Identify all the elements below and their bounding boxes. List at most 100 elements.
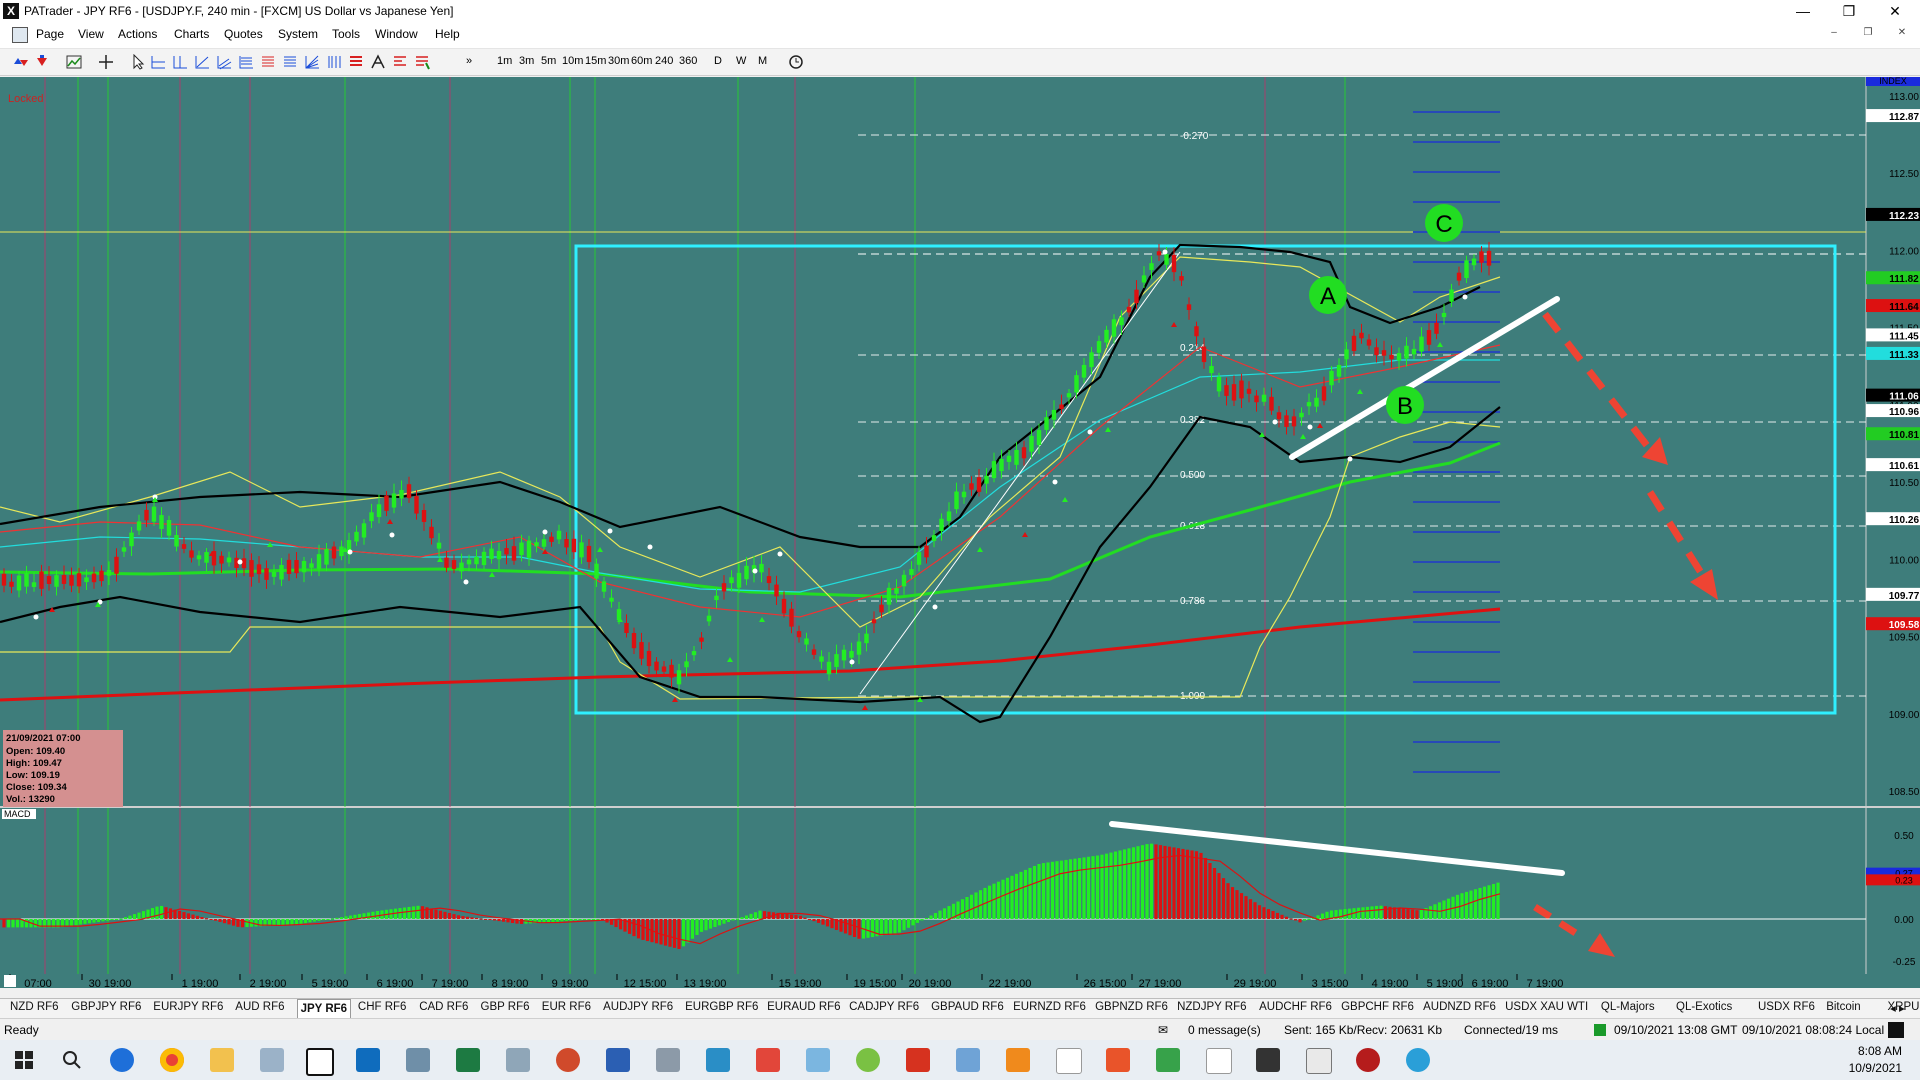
snip-icon[interactable] <box>706 1048 730 1072</box>
tab-gbpnzd-rf6[interactable]: GBPNZD RF6 <box>1095 1001 1168 1013</box>
tab-audjpy-rf6[interactable]: AUDJPY RF6 <box>603 1001 673 1013</box>
timeframe-w[interactable]: W <box>736 55 746 67</box>
mdi-close-button[interactable]: ✕ <box>1892 27 1912 41</box>
close-button[interactable]: ✕ <box>1872 0 1918 22</box>
word-icon[interactable] <box>606 1048 630 1072</box>
tab-scroll-arrows[interactable]: ◂ ▸ <box>1890 1001 1905 1015</box>
app-icon-4[interactable] <box>806 1048 830 1072</box>
excel-icon[interactable] <box>456 1048 480 1072</box>
chrome-icon[interactable] <box>160 1048 184 1072</box>
gann-icon[interactable] <box>348 54 364 70</box>
tab-gbp-rf6[interactable]: GBP RF6 <box>481 1001 530 1013</box>
app-icon-1[interactable] <box>506 1048 530 1072</box>
timeframe-15m[interactable]: 15m <box>585 55 606 67</box>
message-icon[interactable]: ✉ <box>1158 1023 1168 1037</box>
clock-icon[interactable] <box>788 54 804 70</box>
tab-gbpjpy-rf6[interactable]: GBPJPY RF6 <box>71 1001 141 1013</box>
tab-aud-rf6[interactable]: AUD RF6 <box>235 1001 284 1013</box>
menu-window[interactable]: Window <box>375 27 418 41</box>
app-icon-12[interactable] <box>1256 1048 1280 1072</box>
tab-cad-rf6[interactable]: CAD RF6 <box>419 1001 468 1013</box>
file-explorer-icon[interactable] <box>210 1048 234 1072</box>
taskbar-clock[interactable]: 8:08 AM 10/9/2021 <box>1849 1043 1902 1077</box>
menu-tools[interactable]: Tools <box>332 27 360 41</box>
tab-gbpchf-rf6[interactable]: GBPCHF RF6 <box>1341 1001 1414 1013</box>
chart-type-icon[interactable] <box>66 54 82 70</box>
tab-eurgbp-rf6[interactable]: EURGBP RF6 <box>685 1001 758 1013</box>
buy-sell-icon[interactable] <box>12 54 28 70</box>
menu-charts[interactable]: Charts <box>174 27 209 41</box>
app-icon-5[interactable] <box>856 1048 880 1072</box>
order-icon[interactable] <box>34 54 50 70</box>
tab-ql-majors[interactable]: QL-Majors <box>1601 1001 1655 1013</box>
cursor-icon[interactable] <box>130 54 146 70</box>
timeframe-30m[interactable]: 30m <box>608 55 629 67</box>
timeframe-360[interactable]: 360 <box>679 55 697 67</box>
timeframe-5m[interactable]: 5m <box>541 55 556 67</box>
tab-eurjpy-rf6[interactable]: EURJPY RF6 <box>153 1001 223 1013</box>
outlook-icon[interactable] <box>356 1048 380 1072</box>
timeframe-m[interactable]: M <box>758 55 767 67</box>
app-icon-13[interactable] <box>1306 1048 1332 1074</box>
scratch-icon[interactable] <box>260 1048 284 1072</box>
timeframe-3m[interactable]: 3m <box>519 55 534 67</box>
text-tool-icon[interactable] <box>370 54 386 70</box>
notepad-icon[interactable] <box>1056 1048 1082 1074</box>
mdi-minimize-button[interactable]: – <box>1824 27 1844 41</box>
calculator-icon[interactable] <box>406 1048 430 1072</box>
crosshair-icon[interactable] <box>98 54 114 70</box>
fib-levels-icon[interactable] <box>282 54 298 70</box>
edge-icon[interactable] <box>110 1048 134 1072</box>
price-chart[interactable]: INDEX Locked -0.2700.2140.3820.5000.6180… <box>0 77 1920 988</box>
tab-bitcoin[interactable]: Bitcoin <box>1826 1001 1861 1013</box>
app-icon-8[interactable] <box>1006 1048 1030 1072</box>
status-messages[interactable]: 0 message(s) <box>1188 1023 1261 1037</box>
menu-help[interactable]: Help <box>435 27 460 41</box>
tab-eurnzd-rf6[interactable]: EURNZD RF6 <box>1013 1001 1086 1013</box>
tab-euraud-rf6[interactable]: EURAUD RF6 <box>767 1001 840 1013</box>
tab-audchf-rf6[interactable]: AUDCHF RF6 <box>1259 1001 1332 1013</box>
indicator-icon[interactable] <box>414 54 430 70</box>
tab-nzd-rf6[interactable]: NZD RF6 <box>10 1001 59 1013</box>
channel-icon[interactable] <box>216 54 232 70</box>
tab-gbpaud-rf6[interactable]: GBPAUD RF6 <box>931 1001 1004 1013</box>
timeframe-d[interactable]: D <box>714 55 722 67</box>
search-icon[interactable] <box>60 1048 84 1072</box>
app-icon-11[interactable] <box>1206 1048 1232 1074</box>
app-icon-14[interactable] <box>1356 1048 1380 1072</box>
fib-fan-icon[interactable] <box>304 54 320 70</box>
restore-button[interactable]: ❐ <box>1826 0 1872 22</box>
tab-eur-rf6[interactable]: EUR RF6 <box>542 1001 591 1013</box>
menu-quotes[interactable]: Quotes <box>224 27 263 41</box>
vertical-line-icon[interactable] <box>172 54 188 70</box>
app-icon-9[interactable] <box>1106 1048 1130 1072</box>
tab-audnzd-rf6[interactable]: AUDNZD RF6 <box>1423 1001 1496 1013</box>
app-icon-6[interactable] <box>906 1048 930 1072</box>
alert-icon[interactable] <box>1888 1022 1904 1038</box>
powerpoint-icon[interactable] <box>556 1048 580 1072</box>
tab-jpy-rf6[interactable]: JPY RF6 <box>296 999 352 1019</box>
mdi-restore-button[interactable]: ❐ <box>1858 27 1878 41</box>
timeframe-10m[interactable]: 10m <box>562 55 583 67</box>
timeframe-1m[interactable]: 1m <box>497 55 512 67</box>
minimize-button[interactable]: — <box>1780 0 1826 22</box>
fib-extension-icon[interactable] <box>260 54 276 70</box>
menu-actions[interactable]: Actions <box>118 27 157 41</box>
app-icon-2[interactable] <box>656 1048 680 1072</box>
timeframe-240[interactable]: 240 <box>655 55 673 67</box>
app-icon-10[interactable] <box>1156 1048 1180 1072</box>
app-icon-3[interactable] <box>756 1048 780 1072</box>
fib-time-icon[interactable] <box>326 54 342 70</box>
toolbar-more[interactable]: » <box>466 55 472 67</box>
trend-line-icon[interactable] <box>194 54 210 70</box>
tab-usdx-xau-wti[interactable]: USDX XAU WTI <box>1505 1001 1588 1013</box>
menu-view[interactable]: View <box>78 27 104 41</box>
start-icon[interactable] <box>12 1048 36 1072</box>
tab-usdx-rf6[interactable]: USDX RF6 <box>1758 1001 1815 1013</box>
tab-cadjpy-rf6[interactable]: CADJPY RF6 <box>849 1001 919 1013</box>
tab-ql-exotics[interactable]: QL-Exotics <box>1676 1001 1732 1013</box>
app-icon-7[interactable] <box>956 1048 980 1072</box>
fib-icon[interactable] <box>238 54 254 70</box>
menu-system[interactable]: System <box>278 27 318 41</box>
horizontal-line-icon[interactable] <box>150 54 166 70</box>
